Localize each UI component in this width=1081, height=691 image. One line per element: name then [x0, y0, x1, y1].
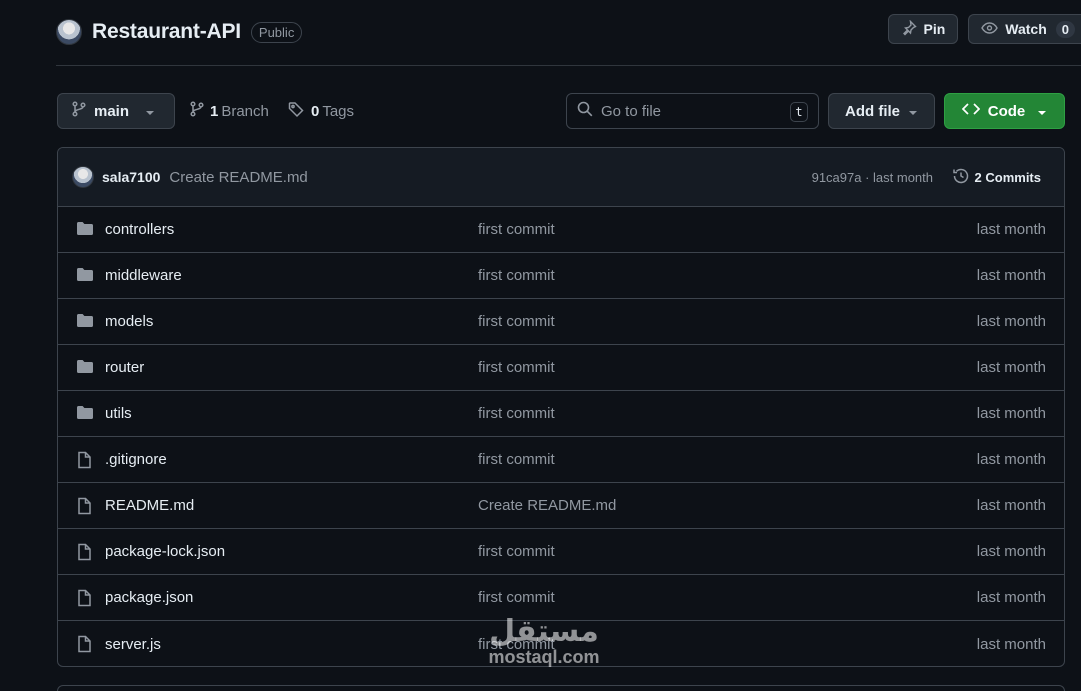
file-commit-message[interactable]: first commit — [478, 221, 555, 238]
file-icon — [76, 589, 92, 611]
commit-message[interactable]: Create README.md — [169, 169, 307, 186]
file-name-link[interactable]: utils — [105, 405, 132, 422]
file-commit-time: last month — [976, 543, 1046, 560]
add-file-button[interactable]: Add file — [828, 93, 935, 129]
commits-link[interactable]: 2 Commits — [952, 167, 1041, 188]
file-name-link[interactable]: .gitignore — [105, 451, 167, 468]
file-row[interactable]: README.md Create README.md last month — [58, 483, 1064, 529]
code-icon — [961, 102, 980, 120]
branch-icon — [72, 101, 86, 121]
file-name-link[interactable]: router — [105, 359, 144, 376]
watch-label: Watch — [1005, 21, 1047, 37]
file-commit-time: last month — [976, 497, 1046, 514]
file-row[interactable]: server.js first commit last month — [58, 621, 1064, 666]
commit-hash-time[interactable]: 91ca97a · last month — [812, 170, 933, 185]
pin-icon — [901, 19, 917, 39]
branch-count-label: Branch — [221, 102, 269, 120]
file-commit-time: last month — [976, 589, 1046, 606]
file-commit-message[interactable]: first commit — [478, 313, 555, 330]
branch-selector[interactable]: main — [57, 93, 175, 129]
repo-toolbar: main 1 Branch 0 Tags t — [57, 93, 1065, 129]
readme-box — [57, 685, 1065, 691]
file-browser: sala7100 Create README.md 91ca97a · last… — [57, 147, 1065, 667]
file-row[interactable]: controllers first commit last month — [58, 207, 1064, 253]
folder-icon — [76, 313, 94, 333]
pin-button[interactable]: Pin — [887, 14, 959, 44]
file-commit-time: last month — [976, 635, 1046, 653]
file-icon — [76, 543, 92, 565]
eye-icon — [981, 20, 999, 39]
author-avatar[interactable] — [72, 166, 94, 188]
file-name-link[interactable]: server.js — [105, 636, 161, 653]
file-commit-message[interactable]: first commit — [478, 543, 555, 560]
folder-icon — [76, 405, 94, 425]
tag-icon — [288, 101, 305, 122]
tags-link[interactable]: 0 Tags — [288, 93, 354, 129]
chevron-down-icon — [1037, 103, 1047, 120]
folder-icon — [76, 267, 94, 287]
add-file-label: Add file — [845, 102, 900, 120]
file-row[interactable]: .gitignore first commit last month — [58, 437, 1064, 483]
go-to-file-input[interactable] — [601, 102, 781, 120]
repo-title[interactable]: Restaurant-API — [92, 20, 241, 44]
tag-count: 0 — [311, 102, 320, 120]
code-label: Code — [987, 102, 1026, 120]
owner-avatar[interactable] — [56, 19, 82, 45]
file-commit-message[interactable]: first commit — [478, 359, 555, 376]
chevron-down-icon — [145, 103, 155, 120]
file-commit-time: last month — [976, 267, 1046, 284]
file-commit-message[interactable]: first commit — [478, 589, 555, 606]
file-name-link[interactable]: models — [105, 313, 153, 330]
watch-button[interactable]: Watch 0 — [968, 14, 1081, 44]
file-commit-time: last month — [976, 451, 1046, 468]
file-commit-time: last month — [976, 221, 1046, 238]
header-actions: Pin Watch 0 — [887, 14, 1081, 44]
file-icon — [76, 451, 92, 473]
folder-icon — [76, 359, 94, 379]
visibility-badge: Public — [250, 21, 303, 43]
file-row[interactable]: package.json first commit last month — [58, 575, 1064, 621]
file-commit-time: last month — [976, 405, 1046, 422]
file-commit-message[interactable]: Create README.md — [478, 497, 616, 514]
file-name-link[interactable]: README.md — [105, 497, 194, 514]
file-row[interactable]: middleware first commit last month — [58, 253, 1064, 299]
latest-commit-bar: sala7100 Create README.md 91ca97a · last… — [58, 148, 1064, 207]
commits-count-label: 2 Commits — [974, 169, 1041, 185]
go-to-file-search[interactable]: t — [566, 93, 819, 129]
header-divider — [56, 65, 1081, 66]
file-name-link[interactable]: package-lock.json — [105, 543, 225, 560]
branch-count: 1 — [210, 102, 219, 120]
file-commit-message[interactable]: first commit — [478, 636, 555, 653]
commit-author[interactable]: sala7100 — [102, 169, 160, 185]
file-name-link[interactable]: controllers — [105, 221, 174, 238]
repo-header: Restaurant-API Public Pin Watch 0 — [56, 14, 1081, 50]
file-commit-message[interactable]: first commit — [478, 267, 555, 284]
branches-link[interactable]: 1 Branch — [190, 93, 269, 129]
search-shortcut-key: t — [790, 102, 808, 122]
chevron-down-icon — [908, 103, 918, 120]
file-row[interactable]: utils first commit last month — [58, 391, 1064, 437]
folder-icon — [76, 221, 94, 241]
branch-icon — [190, 101, 204, 121]
watch-counter: 0 — [1055, 20, 1075, 38]
code-button[interactable]: Code — [944, 93, 1065, 129]
file-icon — [76, 497, 92, 519]
file-commit-message[interactable]: first commit — [478, 451, 555, 468]
file-row[interactable]: package-lock.json first commit last month — [58, 529, 1064, 575]
pin-label: Pin — [923, 21, 946, 37]
file-name-link[interactable]: middleware — [105, 267, 182, 284]
search-icon — [577, 101, 593, 122]
history-icon — [952, 167, 970, 188]
tag-count-label: Tags — [322, 102, 355, 120]
file-row[interactable]: router first commit last month — [58, 345, 1064, 391]
file-row[interactable]: models first commit last month — [58, 299, 1064, 345]
file-name-link[interactable]: package.json — [105, 589, 193, 606]
file-commit-time: last month — [976, 313, 1046, 330]
branch-name: main — [94, 102, 130, 120]
file-commit-message[interactable]: first commit — [478, 405, 555, 422]
file-icon — [76, 635, 92, 657]
file-list: controllers first commit last month middlew… — [58, 207, 1064, 666]
file-commit-time: last month — [976, 359, 1046, 376]
